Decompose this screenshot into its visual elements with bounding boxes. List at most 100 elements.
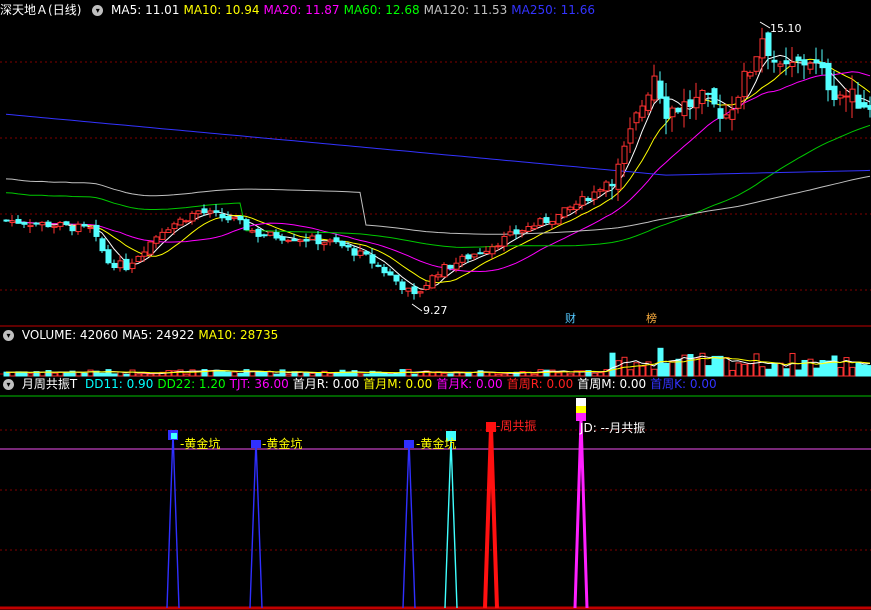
- candle-body: [87, 227, 94, 230]
- candle-body: [483, 250, 490, 254]
- volume-bar: [747, 362, 754, 377]
- volume-bar: [219, 370, 226, 377]
- candle-body: [681, 101, 688, 117]
- candle-body: [435, 274, 442, 278]
- volume-bar: [303, 371, 310, 377]
- signal-marker: [251, 440, 261, 448]
- volume-bar: [387, 373, 394, 377]
- candle-body: [825, 62, 832, 91]
- candle-body: [627, 128, 634, 144]
- moving-average-lines: [5, 54, 871, 291]
- ma120-line: [5, 175, 871, 235]
- volume-bar: [735, 362, 742, 377]
- volume-bar: [357, 373, 364, 377]
- volume-bar: [831, 355, 838, 377]
- finance-tag[interactable]: 财: [565, 311, 576, 325]
- volume-bar: [339, 369, 346, 377]
- volume-bar: [417, 372, 424, 377]
- candle-body: [711, 88, 718, 105]
- ma250-line: [5, 113, 871, 176]
- volume-bar: [849, 366, 856, 377]
- high-price-label: 15.10: [770, 22, 802, 35]
- candle-body: [357, 250, 364, 256]
- candle-body: [717, 108, 724, 119]
- candle-body: [195, 210, 202, 215]
- candle-body: [735, 96, 742, 109]
- candle-body: [519, 230, 526, 233]
- candle-body: [177, 218, 184, 226]
- volume-bar: [741, 363, 748, 377]
- volume-bar: [267, 371, 274, 377]
- volume-bar: [705, 365, 712, 377]
- candle-body: [543, 217, 550, 224]
- stock-chart[interactable]: 15.10 9.27 财 榜 -黄金坑 -黄金坑 -黄金坑 -周共振 JD: -…: [0, 0, 871, 610]
- volume-bar: [609, 352, 616, 377]
- volume-bar: [729, 369, 736, 377]
- volume-bar: [621, 356, 628, 377]
- volume-bar: [393, 373, 400, 377]
- signal-label-yuegongzhen: JD: --月共振: [579, 421, 645, 435]
- volume-bar: [495, 373, 502, 377]
- volume-bar: [411, 373, 418, 377]
- volume-bar: [285, 373, 292, 377]
- candle-body: [669, 107, 676, 118]
- volume-bar: [57, 371, 64, 377]
- candle-body: [3, 219, 10, 222]
- candle-body: [399, 281, 406, 291]
- volume-bar: [141, 373, 148, 377]
- candle-body: [15, 218, 22, 224]
- ranking-tag[interactable]: 榜: [646, 311, 657, 325]
- candle-body: [609, 183, 616, 187]
- candle-body: [819, 62, 826, 69]
- candle-body: [285, 239, 292, 242]
- ma10-line: [5, 58, 871, 284]
- candle-body: [525, 226, 532, 232]
- volume-bar: [9, 371, 16, 377]
- volume-bar: [123, 373, 130, 377]
- candle-body: [21, 221, 28, 225]
- volume-bar: [633, 362, 640, 377]
- candle-body: [693, 96, 700, 109]
- volume-bar: [591, 372, 598, 377]
- ma60-line: [5, 124, 871, 248]
- candle-body: [615, 163, 622, 190]
- candle-body: [801, 59, 808, 66]
- candle-body: [603, 181, 610, 192]
- volume-bar: [27, 373, 34, 377]
- candle-body: [771, 59, 778, 63]
- candle-body: [213, 210, 220, 213]
- candle-body: [501, 235, 508, 247]
- candle-body: [813, 59, 820, 64]
- signal-label-huangjinkeng-1: -黄金坑: [180, 436, 220, 451]
- candle-body: [57, 222, 64, 227]
- candle-body: [99, 238, 106, 252]
- candle-body: [243, 219, 250, 231]
- volume-bar: [99, 372, 106, 377]
- low-price-label: 9.27: [423, 304, 448, 317]
- signal-spike: [166, 431, 180, 609]
- signal-marker: [576, 398, 586, 406]
- price-grid: [0, 61, 871, 291]
- high-pointer: [759, 21, 771, 29]
- volume-bar: [111, 373, 118, 377]
- candle-body: [111, 262, 118, 269]
- candle-body: [423, 284, 430, 290]
- volume-bar: [711, 355, 718, 377]
- volume-bar: [807, 358, 814, 377]
- candle-body: [471, 253, 478, 258]
- candle-body: [339, 240, 346, 247]
- candle-body: [555, 213, 562, 225]
- low-pointer: [411, 303, 423, 312]
- candle-body: [309, 235, 316, 241]
- volume-bar: [759, 366, 766, 377]
- signal-marker: [171, 433, 177, 439]
- volume-bar: [183, 373, 190, 377]
- volume-bar: [651, 368, 658, 377]
- candle-body: [831, 85, 838, 101]
- volume-bar: [771, 362, 778, 377]
- volume-bar: [669, 360, 676, 377]
- volume-bar: [255, 370, 262, 377]
- candle-body: [453, 262, 460, 270]
- volume-bar: [327, 373, 334, 377]
- candle-body: [699, 89, 706, 105]
